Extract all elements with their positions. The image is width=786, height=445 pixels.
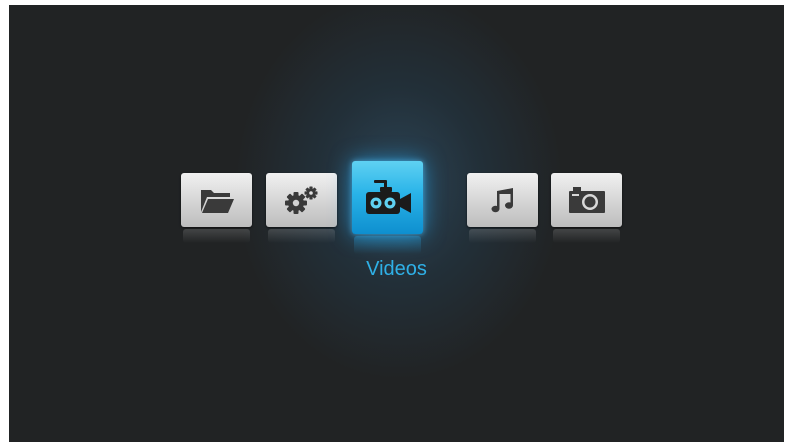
home-menu: Videos	[9, 5, 784, 442]
menu-item-music[interactable]	[467, 173, 538, 243]
camera-icon	[568, 187, 605, 213]
selected-item-label: Videos	[366, 258, 427, 280]
menu-item-settings[interactable]	[266, 173, 337, 243]
media-player-screen: Videos	[9, 5, 784, 442]
video-camera-icon	[365, 179, 411, 214]
folder-icon	[200, 190, 234, 213]
menu-item-videos[interactable]	[352, 161, 423, 254]
music-note-icon	[491, 188, 513, 213]
gears-icon	[284, 186, 317, 214]
menu-item-photos[interactable]	[551, 173, 622, 243]
menu-item-folders[interactable]	[181, 173, 252, 243]
